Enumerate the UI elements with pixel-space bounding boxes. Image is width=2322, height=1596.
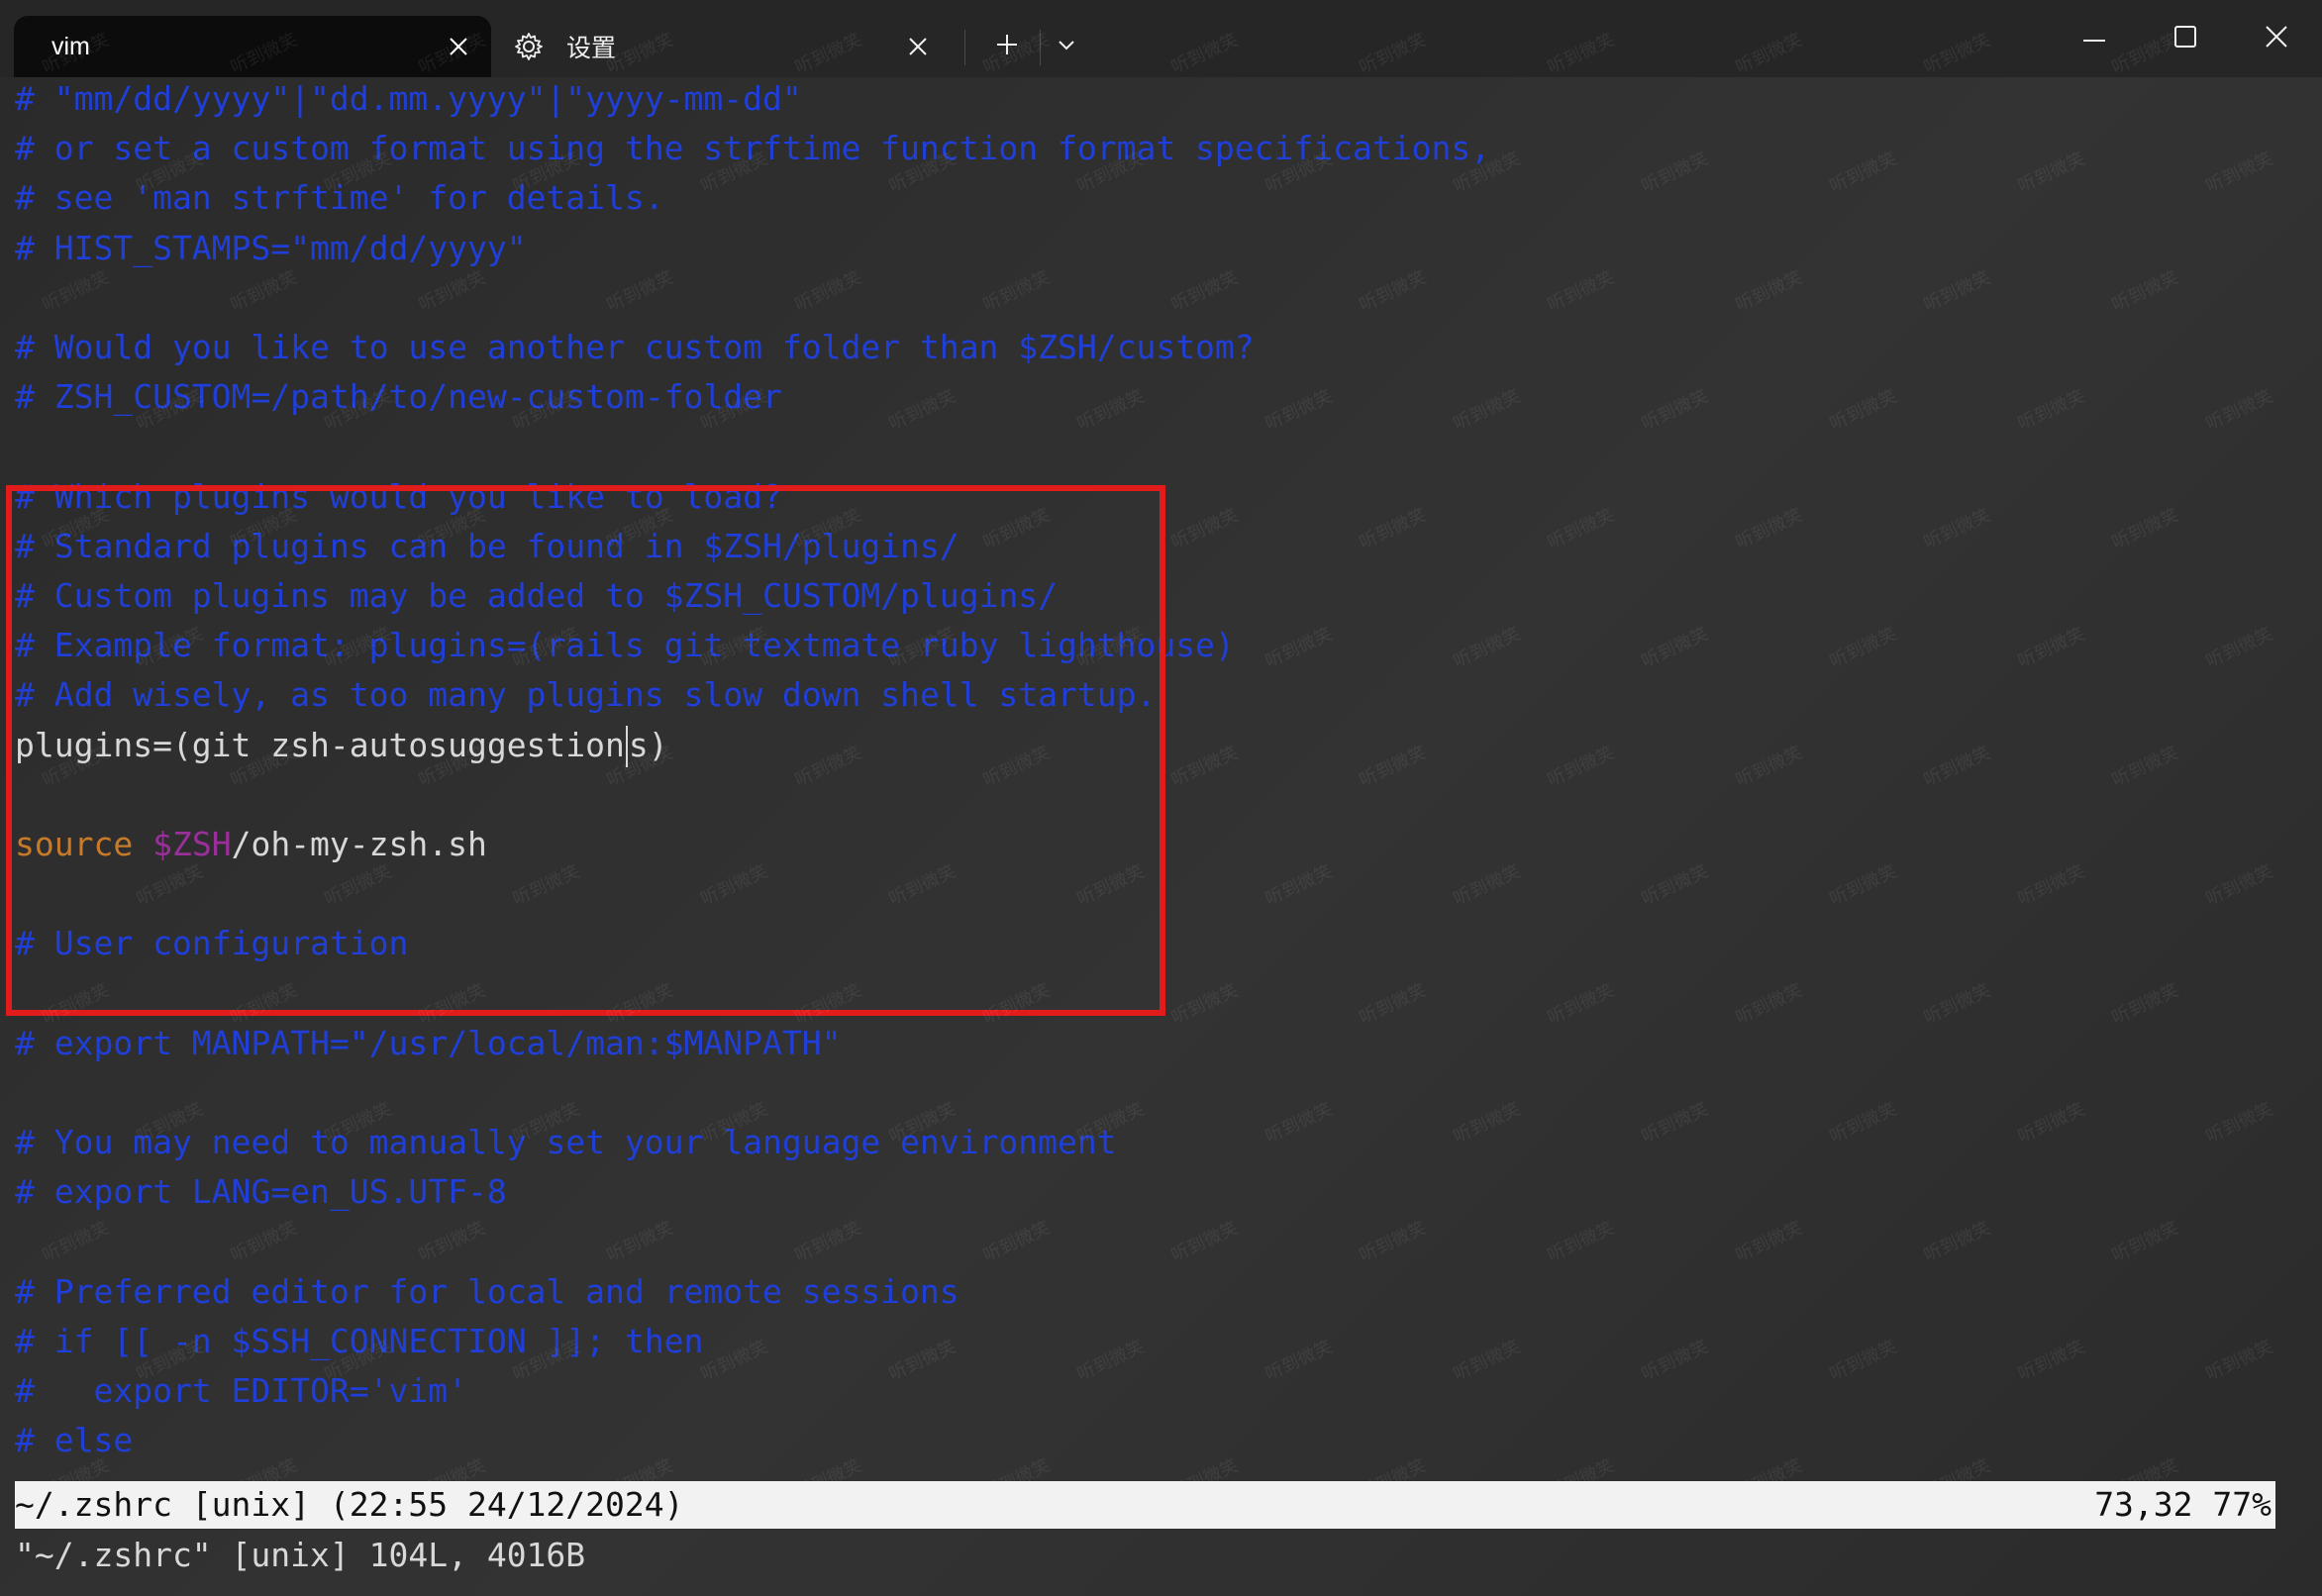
editor-line: # export EDITOR='vim' xyxy=(15,1371,467,1411)
editor-line: # Preferred editor for local and remote … xyxy=(15,1271,959,1311)
editor-line: # if [[ -n $SSH_CONNECTION ]]; then xyxy=(15,1322,704,1360)
editor-line: # Custom plugins may be added to $ZSH_CU… xyxy=(15,576,1058,615)
status-position: 73,32 77% xyxy=(2094,1485,2272,1524)
variable-token: $ZSH xyxy=(152,825,232,863)
editor-line: # User configuration xyxy=(15,924,409,963)
editor-line: plugins=(git zsh-autosuggestion s) xyxy=(15,721,668,770)
vim-editor[interactable]: # "mm/dd/yyyy"|"dd.mm.yyyy"|"yyyy-mm-dd"… xyxy=(0,77,2322,1596)
new-tab-button[interactable] xyxy=(980,20,1034,73)
editor-line: # Which plugins would you like to load? xyxy=(15,476,782,516)
tab-divider xyxy=(964,30,965,65)
tab-vim[interactable]: vim xyxy=(14,16,491,77)
vim-statusline: ~/.zshrc [unix] (22:55 24/12/2024) 73,32… xyxy=(15,1481,2275,1529)
editor-line: # export LANG=en_US.UTF-8 xyxy=(15,1172,507,1212)
editor-line: # "mm/dd/yyyy"|"dd.mm.yyyy"|"yyyy-mm-dd" xyxy=(15,79,802,118)
chevron-down-icon xyxy=(1057,38,1076,56)
editor-line: # ZSH_CUSTOM=/path/to/new-custom-folder xyxy=(15,377,782,417)
maximize-button[interactable] xyxy=(2140,0,2231,77)
tab-settings[interactable]: 设置 xyxy=(495,16,951,77)
editor-line: # Add wisely, as too many plugins slow d… xyxy=(15,675,1157,715)
gear-icon xyxy=(509,27,549,66)
editor-line: # Would you like to use another custom f… xyxy=(15,328,1255,366)
vim-message-line: "~/.zshrc" [unix] 104L, 4016B xyxy=(15,1536,586,1574)
editor-line: source $ZSH/oh-my-zsh.sh xyxy=(15,820,487,869)
source-keyword: source xyxy=(15,825,134,863)
close-tab-icon[interactable] xyxy=(434,22,483,71)
editor-line: # or set a custom format using the strft… xyxy=(15,129,1491,168)
editor-line: # You may need to manually set your lang… xyxy=(15,1123,1117,1162)
maximize-icon xyxy=(2174,25,2196,52)
minimize-icon xyxy=(2083,30,2105,48)
editor-line: # export MANPATH="/usr/local/man:$MANPAT… xyxy=(15,1023,842,1062)
editor-line: # HIST_STAMPS="mm/dd/yyyy" xyxy=(15,228,527,267)
tab-label: 设置 xyxy=(566,35,617,62)
close-icon xyxy=(2266,25,2287,52)
title-bar: vim 设置 xyxy=(0,0,2322,77)
close-tab-icon[interactable] xyxy=(893,22,943,71)
editor-line: # Standard plugins can be found in $ZSH/… xyxy=(15,526,959,565)
editor-line: # see 'man strftime' for details. xyxy=(15,178,664,218)
tab-label: vim xyxy=(51,32,90,60)
code-text: s) xyxy=(628,725,668,764)
status-file-info: ~/.zshrc [unix] (22:55 24/12/2024) xyxy=(15,1485,684,1524)
editor-line: # Example format: plugins=(rails git tex… xyxy=(15,626,1235,665)
code-text: /oh-my-zsh.sh xyxy=(231,825,487,863)
terminal-window: vim 设置 # "mm/dd/yyyy"|"dd.mm.yyyy"|"yyyy… xyxy=(0,0,2322,1596)
minimize-button[interactable] xyxy=(2049,0,2140,77)
text-cursor xyxy=(625,726,628,768)
tab-dropdown-button[interactable] xyxy=(1040,20,1093,73)
close-window-button[interactable] xyxy=(2231,0,2322,77)
plus-icon xyxy=(995,33,1019,61)
code-text: plugins=(git zsh-autosuggestion xyxy=(15,725,625,764)
editor-line: # else xyxy=(15,1421,134,1460)
